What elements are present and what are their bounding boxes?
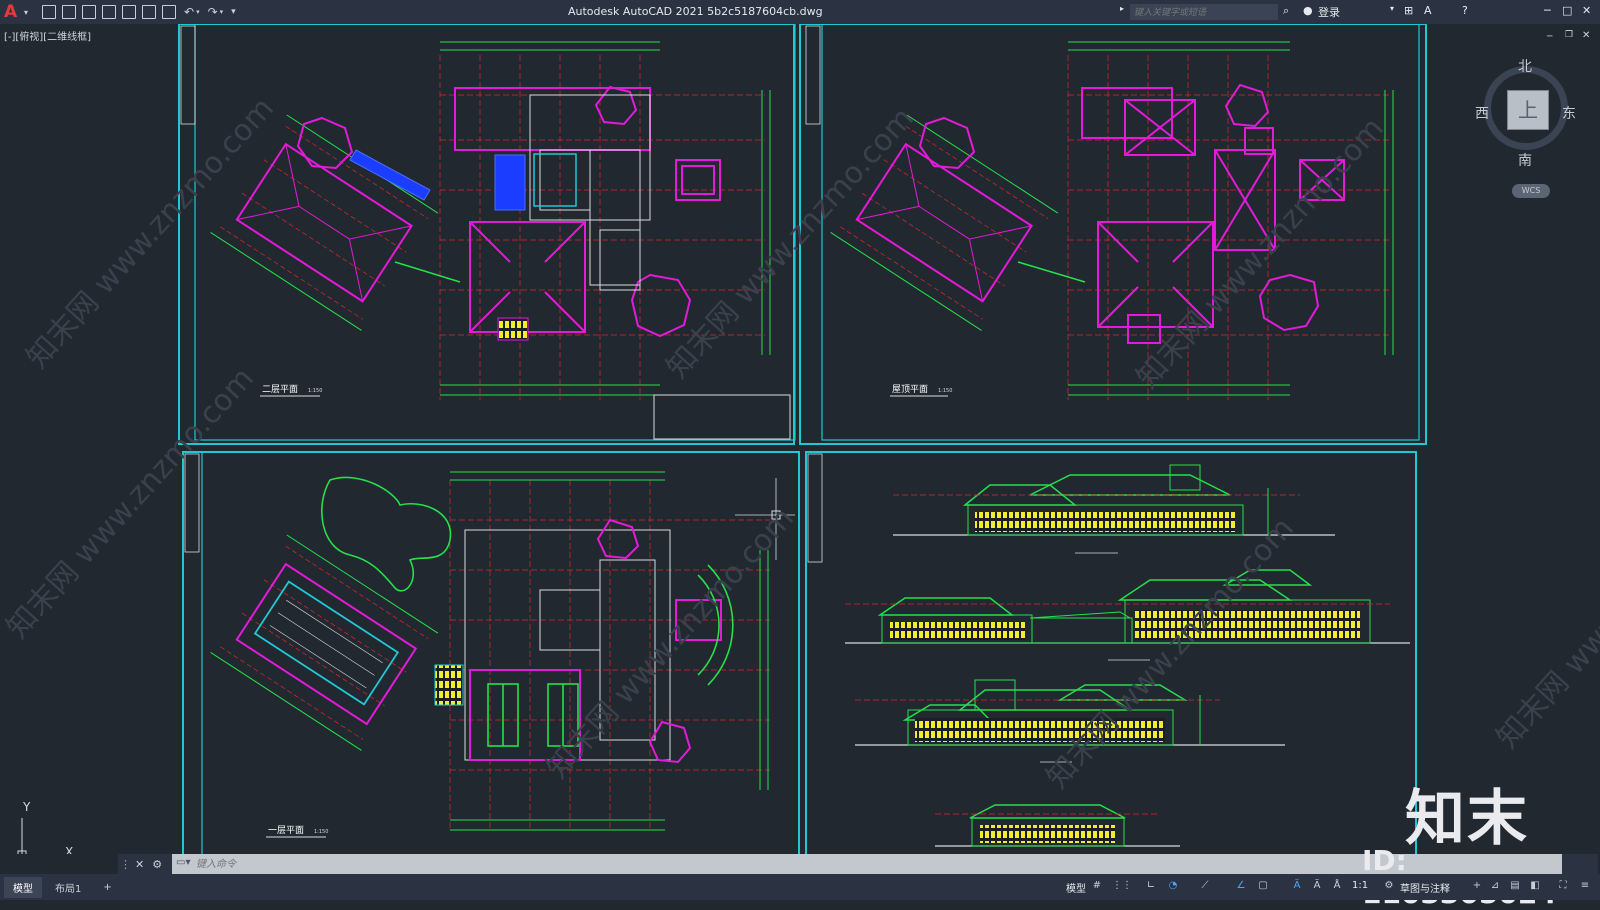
units-icon[interactable]: ⊿ [1488, 880, 1502, 892]
help-icon[interactable]: ? [1462, 4, 1468, 17]
sheet-1-scale: 1:150 [308, 388, 322, 394]
tab-model[interactable]: 模型 [4, 876, 42, 898]
save-as-icon[interactable] [102, 5, 117, 19]
title-bar: A ▾ ↶ ▾ ↷ ▾ ▾ Autodesk AutoCAD 2021 5b2c… [0, 0, 1600, 24]
ucs-icon: Y X [17, 800, 73, 854]
undo-icon[interactable]: ↶ [184, 5, 194, 19]
plot-icon[interactable] [162, 5, 177, 19]
maximize-icon[interactable]: □ [1562, 4, 1572, 17]
cart-icon[interactable]: ⊞ [1404, 4, 1413, 17]
compass-north[interactable]: 北 [1518, 56, 1532, 76]
elevation-3 [855, 679, 1285, 746]
auto-scale-icon[interactable]: Ä [1310, 880, 1324, 892]
object-snap-tracking-icon[interactable]: ∠ [1234, 880, 1248, 892]
sheet-3-ground-plan: 一层平面 1:150 [210, 471, 795, 838]
annotation-visibility-icon[interactable]: Ä [1290, 880, 1304, 892]
close-icon[interactable]: ✕ [1582, 4, 1591, 17]
workspace-gear-icon[interactable]: ⚙ [1382, 880, 1396, 892]
tab-layout1[interactable]: 布局1 [46, 877, 90, 898]
sheet-1-title: 二层平面 [262, 384, 298, 395]
search-input[interactable] [1130, 4, 1278, 20]
compass-east[interactable]: 东 [1562, 103, 1576, 123]
elevation-2 [845, 569, 1410, 644]
sheet-frame-3 [182, 451, 800, 854]
ucs-x-label: X [65, 845, 73, 854]
add-layout-button[interactable]: + [94, 879, 120, 896]
save-icon[interactable] [82, 5, 97, 19]
polar-tracking-icon[interactable]: ◔ [1166, 880, 1180, 892]
autodesk-a360-icon[interactable]: A [1424, 4, 1432, 17]
window-title: Autodesk AutoCAD 2021 5b2c5187604cb.dwg [568, 5, 823, 18]
sheet-2-scale: 1:150 [938, 388, 952, 394]
compass-west[interactable]: 西 [1475, 103, 1489, 123]
svg-text:知末网 www.znzmo.com: 知末网 www.znzmo.com [1040, 511, 1301, 795]
sheet-inner-frame-2 [821, 24, 1420, 441]
undo-chevron-icon[interactable]: ▾ [196, 8, 200, 16]
drawing-canvas[interactable]: 二层平面 1:150 屋顶平面 1:150 一层平面 1:150 Y X 知末网… [0, 24, 1600, 854]
new-file-icon[interactable] [42, 5, 57, 19]
sheet-inner-frame-1 [194, 24, 796, 441]
viewport-close-icon[interactable]: ✕ [1582, 30, 1590, 41]
title-block-1 [180, 25, 196, 125]
command-grip-icon[interactable]: ⋮ [120, 858, 131, 871]
grid-icon[interactable]: # [1090, 880, 1104, 892]
login-link[interactable]: 登录 [1318, 4, 1340, 20]
sheet-frames [178, 24, 1427, 854]
wcs-menu[interactable]: WCS [1512, 184, 1550, 198]
viewport-restore-icon[interactable]: ❐ [1565, 30, 1573, 40]
sheet-inner-frame-3 [201, 451, 800, 854]
isodraft-icon[interactable]: ⟋ [1198, 880, 1212, 892]
sheet-3-title: 一层平面 [268, 825, 304, 836]
ortho-icon[interactable]: ∟ [1144, 880, 1158, 892]
command-history-icon[interactable]: ▭▾ [176, 857, 190, 868]
clean-screen-icon[interactable]: ⛶ [1556, 880, 1570, 892]
workspace-switcher[interactable]: 草图与注释 [1400, 880, 1450, 895]
app-menu-chevron-icon[interactable]: ▾ [24, 8, 28, 17]
redo-chevron-icon[interactable]: ▾ [220, 8, 224, 16]
annotation-scale-select[interactable]: 1:1 [1352, 880, 1368, 891]
user-icon[interactable]: ● [1303, 4, 1313, 17]
svg-text:知末网 www.znzmo.com: 知末网 www.znzmo.com [1490, 471, 1600, 755]
sheet-2-title: 屋顶平面 [892, 384, 928, 395]
svg-text:知末网 www.znzmo.com: 知末网 www.znzmo.com [0, 361, 261, 645]
command-customize-icon[interactable]: ⚙ [152, 858, 162, 871]
object-snap-icon[interactable]: ▢ [1256, 880, 1270, 892]
login-chevron-icon[interactable]: ▾ [1390, 4, 1394, 13]
open-folder-icon[interactable] [62, 5, 77, 19]
model-space-button[interactable]: 模型 [1066, 880, 1086, 895]
svg-text:知末网 www.znzmo.com: 知末网 www.znzmo.com [20, 91, 281, 375]
customize-status-icon[interactable]: ≡ [1578, 880, 1592, 892]
search-icon[interactable]: ⌕ [1283, 4, 1289, 18]
ucs-y-label: Y [22, 800, 31, 814]
sheet-3-scale: 1:150 [314, 829, 328, 835]
viewport-controls[interactable]: [-][俯视][二维线框] [4, 28, 91, 43]
isolate-objects-icon[interactable]: ◧ [1528, 880, 1542, 892]
title-block-4 [807, 453, 823, 563]
open-web-icon[interactable] [122, 5, 137, 19]
svg-text:知末网 www.znzmo.com: 知末网 www.znzmo.com [660, 101, 921, 385]
quick-properties-icon[interactable]: ▤ [1508, 880, 1522, 892]
customize-toolbar-icon[interactable]: ▾ [231, 7, 236, 17]
minimize-icon[interactable]: ─ [1544, 4, 1551, 17]
sheet-4-elevations [845, 464, 1410, 847]
viewport-minimize-icon[interactable]: ─ [1547, 32, 1552, 42]
sheet-1-plan: 二层平面 1:150 [210, 41, 791, 440]
title-block-2 [805, 25, 821, 125]
snap-icon[interactable]: ⋮⋮ [1112, 880, 1132, 892]
command-input[interactable] [172, 854, 1562, 874]
autocad-logo-icon[interactable]: A [4, 3, 22, 21]
title-block-3 [184, 453, 200, 553]
viewcube[interactable]: 上 北 南 西 东 [1475, 56, 1580, 169]
compass-south[interactable]: 南 [1518, 150, 1532, 170]
save-web-icon[interactable] [142, 5, 157, 19]
elevation-4 [935, 804, 1180, 847]
command-close-icon[interactable]: ✕ [135, 858, 144, 871]
annotation-monitor-icon[interactable]: + [1470, 880, 1484, 892]
redo-icon[interactable]: ↷ [208, 5, 218, 19]
search-expand-icon[interactable]: ▸ [1120, 4, 1124, 13]
viewcube-top-face[interactable]: 上 [1508, 91, 1548, 129]
annotation-scale-icon[interactable]: Å [1330, 880, 1344, 892]
